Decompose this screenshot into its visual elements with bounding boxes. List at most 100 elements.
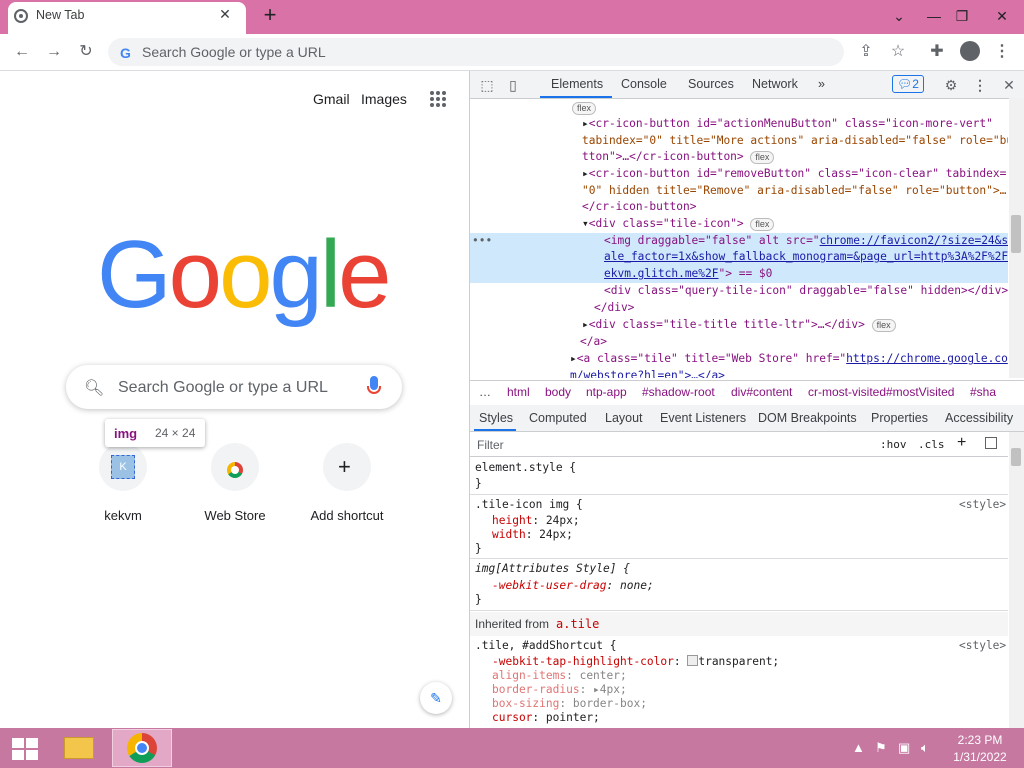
close-devtools-icon[interactable]: ✕ bbox=[1000, 76, 1018, 94]
network-icon[interactable]: ▣ bbox=[898, 740, 910, 756]
shortcut-label[interactable]: Web Store bbox=[179, 508, 291, 523]
rule-selector[interactable]: .tile-icon img { bbox=[475, 497, 583, 513]
dom-node-cont: tton">…</cr-icon-button> flex bbox=[582, 149, 775, 166]
dom-node-cont: </cr-icon-button> bbox=[582, 200, 697, 213]
color-swatch-icon[interactable] bbox=[687, 655, 699, 666]
share-icon[interactable]: ⇪ bbox=[854, 40, 878, 64]
tab-event-listeners[interactable]: Event Listeners bbox=[660, 411, 746, 425]
tab-layout[interactable]: Layout bbox=[605, 411, 643, 425]
flex-badge[interactable]: flex bbox=[871, 319, 896, 332]
rule-divider bbox=[470, 610, 1008, 611]
dom-node[interactable]: ▸<cr-icon-button id="actionMenuButton" c… bbox=[582, 116, 993, 133]
dom-node[interactable]: </div> bbox=[594, 300, 634, 317]
rule-selector[interactable]: .tile, #addShortcut { bbox=[475, 638, 616, 654]
breadcrumb-item[interactable]: cr-most-visited#mostVisited bbox=[808, 385, 954, 399]
breadcrumb-item[interactable]: #sha bbox=[970, 385, 996, 399]
tab-accessibility[interactable]: Accessibility bbox=[945, 411, 1013, 425]
tooltip-size: 24 × 24 bbox=[155, 426, 196, 440]
flag-icon[interactable]: ⚑ bbox=[875, 740, 887, 756]
dom-node[interactable]: <div class="query-tile-icon" draggable="… bbox=[604, 283, 1008, 300]
rule-close: } bbox=[475, 542, 482, 555]
breadcrumb-item[interactable]: div#content bbox=[731, 385, 792, 399]
shortcut-label[interactable]: kekvm bbox=[67, 508, 179, 523]
chevron-up-icon[interactable]: ▲ bbox=[852, 740, 865, 755]
images-link[interactable]: Images bbox=[361, 91, 407, 107]
hov-toggle[interactable]: :hov bbox=[880, 438, 907, 451]
gmail-link[interactable]: Gmail bbox=[313, 91, 350, 107]
styles-filter-input[interactable]: Filter bbox=[477, 438, 504, 452]
breadcrumb-item[interactable]: ntp-app bbox=[586, 385, 627, 399]
issues-badge[interactable]: 💬︎2 bbox=[892, 75, 924, 93]
rule-source-link[interactable]: <style> bbox=[959, 497, 1006, 513]
rule-source-link[interactable]: <style> bbox=[959, 638, 1006, 654]
css-property[interactable]: -webkit-user-drag: none; bbox=[492, 578, 654, 594]
google-apps-icon[interactable] bbox=[430, 91, 446, 107]
chrome-icon[interactable] bbox=[127, 733, 157, 763]
extensions-puzzle-icon[interactable]: ✚ bbox=[925, 40, 949, 64]
volume-icon[interactable]: 🔈︎ bbox=[921, 740, 929, 756]
devtools-menu-icon[interactable]: ⋮ bbox=[971, 76, 989, 94]
tab-close-icon[interactable]: ✕ bbox=[216, 5, 234, 23]
logo-letter: G bbox=[97, 221, 172, 328]
dom-node[interactable]: </a> bbox=[580, 334, 607, 351]
rule-selector[interactable]: img[Attributes Style] { bbox=[475, 561, 630, 577]
tab-network[interactable]: Network bbox=[752, 77, 798, 91]
folder-icon[interactable] bbox=[64, 737, 94, 759]
inherited-element-link[interactable]: a.tile bbox=[556, 617, 599, 631]
shortcut-label[interactable]: Add shortcut bbox=[291, 508, 403, 523]
dom-node[interactable]: ▾<div class="tile-icon"> flex bbox=[582, 216, 775, 233]
dom-node[interactable]: ▸<cr-icon-button id="removeButton" class… bbox=[582, 166, 1006, 183]
customize-edit-button[interactable]: ✎ bbox=[420, 682, 452, 714]
cls-toggle[interactable]: .cls bbox=[918, 438, 945, 451]
reload-icon[interactable]: ↻ bbox=[74, 40, 98, 64]
bookmark-star-icon[interactable]: ☆ bbox=[886, 40, 910, 64]
dom-node[interactable]: ▸<div class="tile-title title-ltr">…</di… bbox=[582, 317, 896, 334]
address-bar-placeholder[interactable]: Search Google or type a URL bbox=[142, 44, 326, 60]
css-property[interactable]: cursor: pointer; bbox=[492, 710, 600, 726]
dom-tree-scroll-thumb[interactable] bbox=[1011, 215, 1021, 253]
dom-node[interactable]: ▸<a class="tile" title="Web Store" href=… bbox=[570, 351, 1008, 368]
breadcrumb-item[interactable]: #shadow-root bbox=[642, 385, 715, 399]
dom-node-cont: ale_factor=1x&show_fallback_monogram=&pa… bbox=[604, 250, 1008, 263]
restore-button[interactable]: ❐ bbox=[942, 0, 982, 34]
more-tabs-icon[interactable]: » bbox=[818, 77, 825, 91]
logo-letter: g bbox=[269, 221, 322, 328]
tab-properties[interactable]: Properties bbox=[871, 411, 928, 425]
clock-time[interactable]: 2:23 PM bbox=[956, 733, 1004, 747]
styles-scroll-thumb[interactable] bbox=[1011, 448, 1021, 466]
inspect-element-icon[interactable]: ⬚ bbox=[478, 76, 496, 94]
new-style-rule-icon[interactable]: + bbox=[957, 434, 966, 452]
node-actions-icon[interactable]: ••• bbox=[472, 233, 492, 250]
rule-selector[interactable]: element.style { bbox=[475, 460, 576, 476]
tab-styles[interactable]: Styles bbox=[479, 411, 513, 425]
chrome-favicon-icon bbox=[14, 9, 28, 23]
breadcrumb-overflow[interactable]: … bbox=[479, 385, 491, 399]
breadcrumb-item[interactable]: body bbox=[545, 385, 571, 399]
settings-gear-icon[interactable]: ⚙ bbox=[942, 76, 960, 94]
new-tab-button[interactable]: + bbox=[258, 3, 282, 27]
profile-avatar-icon[interactable] bbox=[960, 41, 980, 61]
dom-node-img[interactable]: <img draggable="false" alt src="chrome:/… bbox=[604, 233, 1008, 250]
flex-badge[interactable]: flex bbox=[750, 218, 775, 231]
breadcrumb-item[interactable]: html bbox=[507, 385, 530, 399]
tab-dom-breakpoints[interactable]: DOM Breakpoints bbox=[758, 411, 857, 425]
tab-elements[interactable]: Elements bbox=[551, 77, 603, 91]
tab-search-button[interactable]: ⌄ bbox=[879, 0, 919, 34]
css-property[interactable]: width: 24px; bbox=[492, 527, 573, 543]
flex-badge[interactable]: flex bbox=[572, 102, 597, 115]
back-icon[interactable]: ← bbox=[10, 40, 34, 64]
rule-divider bbox=[470, 494, 1008, 495]
tab-sources[interactable]: Sources bbox=[688, 77, 734, 91]
device-toolbar-icon[interactable]: ▯ bbox=[504, 76, 522, 94]
kebab-menu-icon[interactable]: ⋮ bbox=[990, 40, 1014, 64]
forward-icon[interactable]: → bbox=[42, 40, 66, 64]
flex-badge[interactable]: flex bbox=[750, 151, 775, 164]
ntp-search-placeholder[interactable]: Search Google or type a URL bbox=[118, 379, 328, 397]
close-window-button[interactable]: ✕ bbox=[980, 0, 1024, 34]
tab-computed[interactable]: Computed bbox=[529, 411, 587, 425]
clock-date[interactable]: 1/31/2022 bbox=[950, 750, 1010, 764]
toggle-sidebar-icon[interactable] bbox=[985, 437, 997, 449]
windows-logo-icon[interactable] bbox=[12, 738, 38, 760]
styles-scrollbar[interactable] bbox=[1009, 432, 1024, 728]
tab-console[interactable]: Console bbox=[621, 77, 667, 91]
